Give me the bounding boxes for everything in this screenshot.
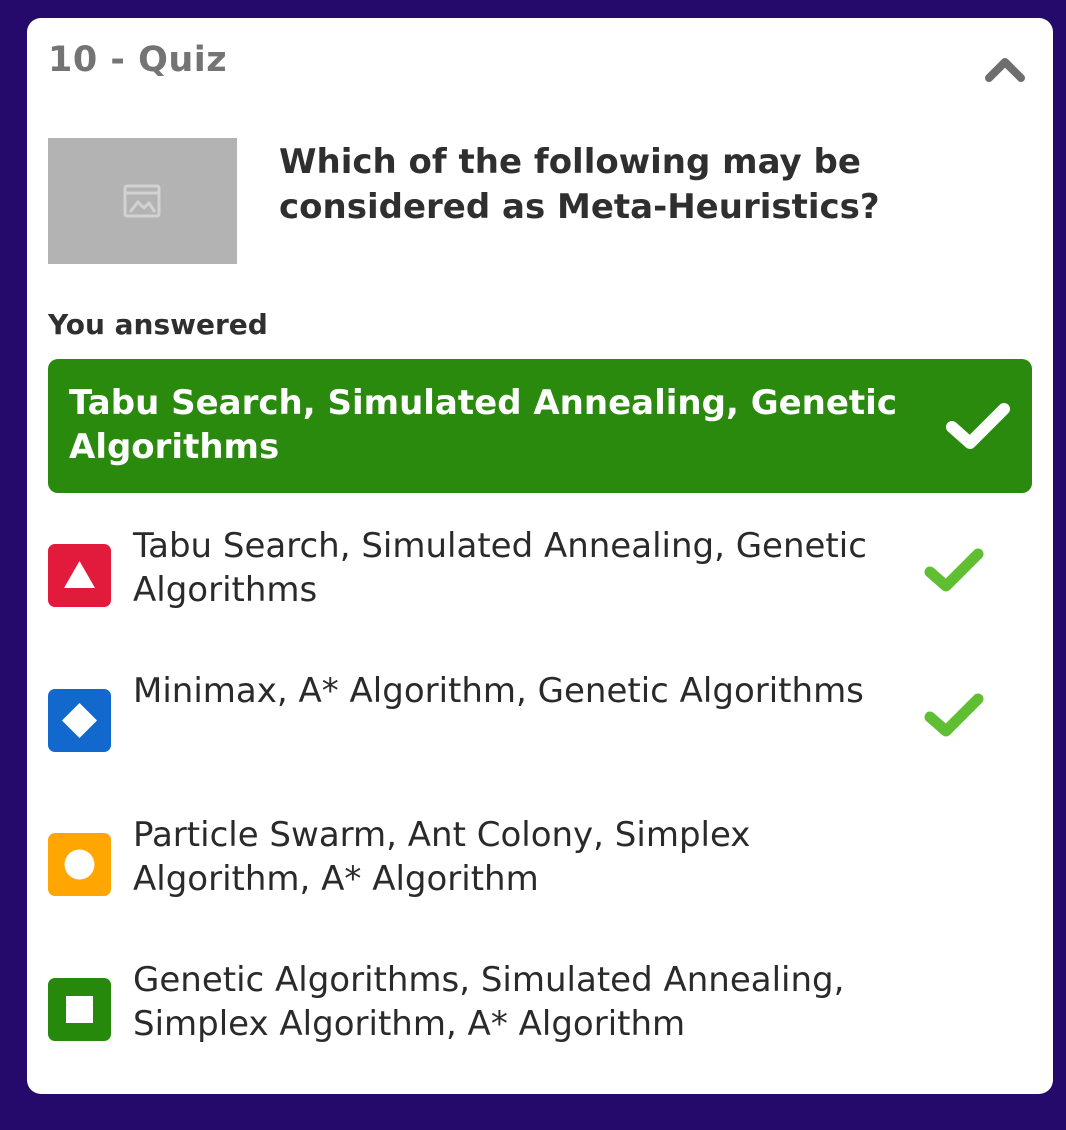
quiz-card: 10 - Quiz Which of the following may be … (27, 18, 1053, 1094)
question-text: Which of the following may be considered… (279, 142, 880, 227)
answer-option-label: Tabu Search, Simulated Annealing, Geneti… (133, 526, 867, 610)
diamond-icon (48, 689, 111, 752)
answer-option-label: Genetic Algorithms, Simulated Annealing,… (133, 960, 845, 1044)
check-icon (924, 693, 984, 737)
answer-option-4[interactable]: Genetic Algorithms, Simulated Annealing,… (48, 958, 1032, 1048)
answered-text: Tabu Search, Simulated Annealing, Geneti… (69, 383, 897, 467)
triangle-icon (48, 544, 111, 607)
image-placeholder-icon (123, 184, 161, 218)
check-icon (946, 403, 1010, 449)
answer-option-2[interactable]: Minimax, A* Algorithm, Genetic Algorithm… (48, 669, 1032, 759)
quiz-title: 10 - Quiz (48, 40, 228, 80)
question-image (48, 138, 237, 264)
collapse-button[interactable] (983, 52, 1027, 86)
answered-banner: Tabu Search, Simulated Annealing, Geneti… (48, 359, 1032, 493)
chevron-up-icon (985, 58, 1025, 82)
answer-option-label: Minimax, A* Algorithm, Genetic Algorithm… (133, 671, 864, 711)
circle-icon (48, 833, 111, 896)
answer-option-label: Particle Swarm, Ant Colony, Simplex Algo… (133, 815, 751, 899)
you-answered-label: You answered (48, 308, 268, 341)
answer-option-3[interactable]: Particle Swarm, Ant Colony, Simplex Algo… (48, 813, 1032, 903)
check-icon (924, 548, 984, 592)
answer-option-1[interactable]: Tabu Search, Simulated Annealing, Geneti… (48, 524, 1032, 614)
square-icon (48, 978, 111, 1041)
